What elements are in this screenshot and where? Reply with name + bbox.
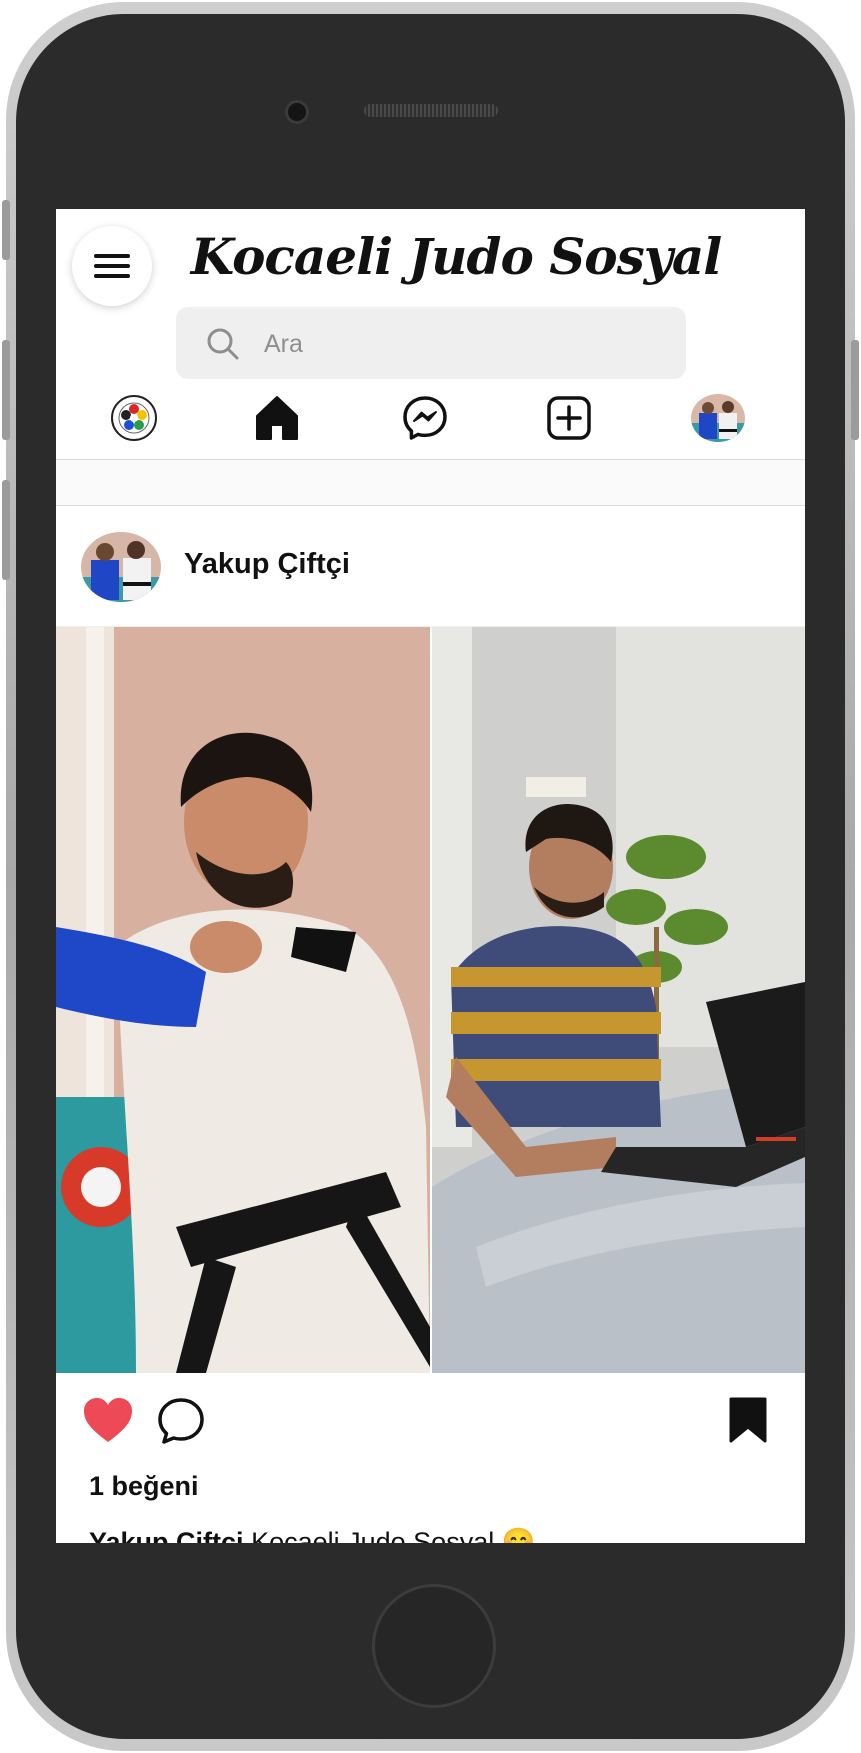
hamburger-icon-line (94, 274, 130, 278)
nav-item-federation[interactable] (107, 391, 161, 445)
federation-emblem-icon (111, 395, 157, 441)
earpiece-speaker (364, 104, 498, 117)
post-image (56, 627, 805, 1373)
post-actions (56, 1376, 805, 1466)
nav-item-messenger[interactable] (398, 391, 452, 445)
messenger-icon (403, 396, 447, 440)
post-photo[interactable] (56, 627, 805, 1373)
hamburger-icon (94, 254, 130, 258)
front-camera (285, 100, 309, 124)
post-caption: Yakup Çiftçi Kocaeli Judo Sosyal 😊 (89, 1526, 535, 1543)
side-button-power (851, 340, 859, 440)
nav-item-new-post[interactable] (542, 391, 596, 445)
search-icon (207, 328, 239, 360)
caption-text: Kocaeli Judo Sosyal (251, 1527, 495, 1543)
avatar[interactable] (81, 532, 161, 602)
side-button-volume-up (2, 340, 10, 440)
post-card: Yakup Çiftçi 1 beğeni Yakup Çiftçi Kocae… (56, 505, 805, 1543)
brand-logo: Kocaeli Judo Sosyal (190, 227, 723, 286)
plus-square-icon (547, 396, 591, 440)
comment-icon[interactable] (156, 1396, 206, 1446)
post-username[interactable]: Yakup Çiftçi (184, 548, 350, 581)
hamburger-icon-line (94, 264, 130, 268)
post-header: Yakup Çiftçi (56, 506, 805, 627)
caption-emoji: 😊 (501, 1527, 536, 1543)
search-bar[interactable] (176, 307, 686, 379)
caption-username[interactable]: Yakup Çiftçi (89, 1527, 244, 1543)
side-button-mute (2, 200, 10, 260)
side-button-volume-down (2, 480, 10, 580)
likes-count[interactable]: 1 beğeni (89, 1471, 199, 1502)
phone-frame: Kocaeli Judo Sosyal Ara Yakup Çiftçi 1 b… (0, 0, 861, 1753)
avatar-image (81, 532, 161, 602)
nav-item-profile[interactable] (691, 391, 745, 445)
home-icon (256, 396, 298, 440)
menu-button[interactable] (72, 226, 152, 306)
nav-item-home[interactable] (250, 391, 304, 445)
bookmark-icon[interactable] (728, 1396, 768, 1444)
app-header: Kocaeli Judo Sosyal (56, 209, 805, 460)
screen: Kocaeli Judo Sosyal Ara Yakup Çiftçi 1 b… (56, 209, 805, 1543)
home-button[interactable] (372, 1584, 496, 1708)
avatar (691, 394, 745, 442)
search-input[interactable] (262, 321, 666, 367)
heart-icon[interactable] (82, 1396, 134, 1444)
